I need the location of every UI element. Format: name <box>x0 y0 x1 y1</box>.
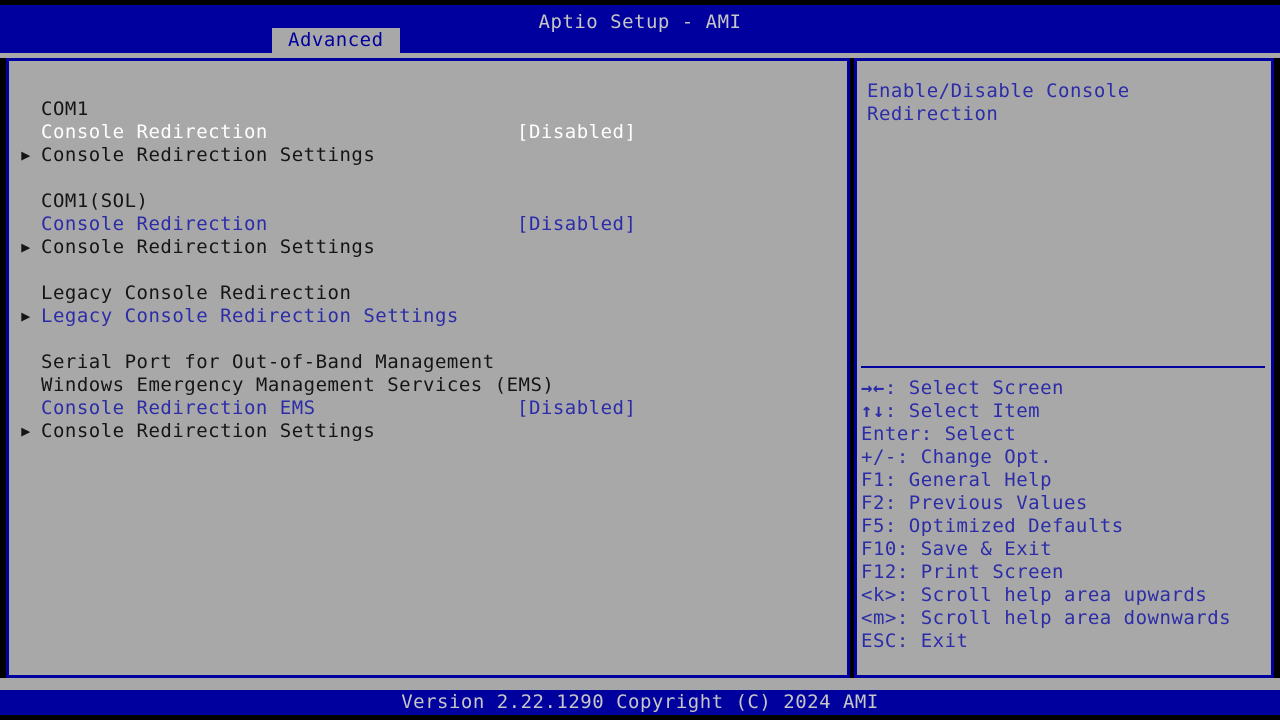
arrow-vertical-icon: ↑↓ <box>861 400 885 422</box>
option-label: Serial Port for Out-of-Band Management <box>41 351 495 373</box>
key-legend-label: F1: General Help <box>861 469 1053 491</box>
version-text: Version 2.22.1290 Copyright (C) 2024 AMI <box>401 691 879 713</box>
option-row: Serial Port for Out-of-Band Management <box>9 351 847 374</box>
option-label: COM1 <box>41 98 89 120</box>
key-legend-item: F1: General Help <box>857 469 1261 492</box>
key-legend-label: F12: Print Screen <box>861 561 1064 583</box>
key-legend-label: +/-: Change Opt. <box>861 446 1053 468</box>
key-legend-item: ESC: Exit <box>857 630 1261 653</box>
option-label: Legacy Console Redirection Settings <box>41 305 459 327</box>
bottom-black-border <box>0 715 1280 720</box>
key-legend-item: F12: Print Screen <box>857 561 1261 584</box>
option-label: Console Redirection <box>41 121 268 143</box>
key-legend-item: F5: Optimized Defaults <box>857 515 1261 538</box>
key-legend-item: →←: Select Screen <box>857 377 1261 400</box>
option-row[interactable]: ▶ Console Redirection Settings <box>9 420 847 443</box>
option-label: Windows Emergency Management Services (E… <box>41 374 555 396</box>
option-value[interactable]: [Disabled] <box>517 213 636 236</box>
key-legend-label: F2: Previous Values <box>861 492 1088 514</box>
option-row-spacer <box>9 167 847 190</box>
option-row[interactable]: ▶ Legacy Console Redirection Settings <box>9 305 847 328</box>
key-legend-item: F2: Previous Values <box>857 492 1261 515</box>
submenu-arrow-icon: ▶ <box>21 307 31 325</box>
option-row-spacer <box>9 328 847 351</box>
key-legend-label: ESC: Exit <box>861 630 969 652</box>
help-divider <box>861 366 1265 368</box>
option-row: COM1(SOL) <box>9 190 847 213</box>
option-row[interactable]: ▶ Console Redirection Settings <box>9 236 847 259</box>
key-legend-label: : Select Screen <box>884 377 1064 399</box>
bios-setup-screen: Aptio Setup - AMI Advanced COM1 Console R… <box>0 0 1280 720</box>
submenu-arrow-icon: ▶ <box>21 422 31 440</box>
option-label: Console Redirection Settings <box>41 420 376 442</box>
help-description: Enable/Disable Console Redirection <box>867 80 1267 126</box>
help-line: Enable/Disable Console <box>867 80 1130 102</box>
footer-gray-strip <box>0 678 1280 690</box>
key-legend-item: <m>: Scroll help area downwards <box>857 607 1261 630</box>
tab-advanced[interactable]: Advanced <box>272 28 400 53</box>
option-label: Console Redirection EMS <box>41 397 316 419</box>
option-row: Legacy Console Redirection <box>9 282 847 305</box>
option-value[interactable]: [Disabled] <box>517 121 636 144</box>
key-legend-item: Enter: Select <box>857 423 1261 446</box>
key-legend-item: F10: Save & Exit <box>857 538 1261 561</box>
option-row[interactable]: Console Redirection EMS [Disabled] <box>9 397 847 420</box>
key-legend-label: <k>: Scroll help area upwards <box>861 584 1208 606</box>
option-label: Legacy Console Redirection <box>41 282 352 304</box>
footer-bar: Version 2.22.1290 Copyright (C) 2024 AMI <box>0 690 1280 715</box>
option-value[interactable]: [Disabled] <box>517 397 636 420</box>
key-legend-label: F10: Save & Exit <box>861 538 1053 560</box>
key-legend-item: ↑↓: Select Item <box>857 400 1261 423</box>
option-label: Console Redirection Settings <box>41 144 376 166</box>
option-label: COM1(SOL) <box>41 190 149 212</box>
option-row: COM1 <box>9 98 847 121</box>
option-row: Windows Emergency Management Services (E… <box>9 374 847 397</box>
help-line: Redirection <box>867 103 999 125</box>
help-panel: Enable/Disable Console Redirection →←: Se… <box>854 58 1274 678</box>
option-label: Console Redirection Settings <box>41 236 376 258</box>
tab-strip: Advanced <box>0 28 1280 53</box>
submenu-arrow-icon: ▶ <box>21 238 31 256</box>
options-panel: COM1 Console Redirection [Disabled] ▶ Consol… <box>6 58 850 678</box>
option-row[interactable]: Console Redirection [Disabled] <box>9 121 847 144</box>
key-legend-label: : Select Item <box>884 400 1041 422</box>
option-label: Console Redirection <box>41 213 268 235</box>
key-legend-label: F5: Optimized Defaults <box>861 515 1124 537</box>
submenu-arrow-icon: ▶ <box>21 146 31 164</box>
arrow-horizontal-icon: →← <box>861 377 885 399</box>
option-row[interactable]: ▶ Console Redirection Settings <box>9 144 847 167</box>
key-legend-item: +/-: Change Opt. <box>857 446 1261 469</box>
key-legend-item: <k>: Scroll help area upwards <box>857 584 1261 607</box>
key-legend-label: Enter: Select <box>861 423 1017 445</box>
key-legend: →←: Select Screen ↑↓: Select Item Enter: S… <box>857 377 1261 653</box>
options-list: COM1 Console Redirection [Disabled] ▶ Consol… <box>9 98 847 443</box>
key-legend-label: <m>: Scroll help area downwards <box>861 607 1232 629</box>
option-row-spacer <box>9 259 847 282</box>
option-row[interactable]: Console Redirection [Disabled] <box>9 213 847 236</box>
